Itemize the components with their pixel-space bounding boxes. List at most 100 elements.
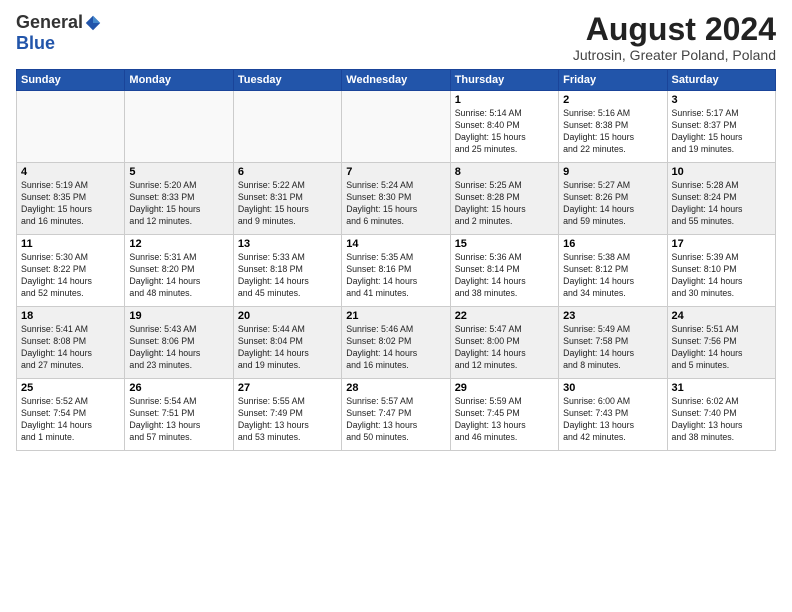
day-number: 6 bbox=[238, 166, 337, 178]
table-row: 19Sunrise: 5:43 AM Sunset: 8:06 PM Dayli… bbox=[125, 307, 233, 379]
day-info: Sunrise: 5:27 AM Sunset: 8:26 PM Dayligh… bbox=[563, 180, 662, 228]
table-row: 7 Sunrise: 5:24 AM Sunset: 8:30 PM Daylig… bbox=[342, 163, 450, 235]
day-info: Sunrise: 5:38 AM Sunset: 8:12 PM Dayligh… bbox=[563, 252, 662, 300]
day-info: Sunrise: 5:35 AM Sunset: 8:16 PM Dayligh… bbox=[346, 252, 445, 300]
table-row: 18 Sunrise: 5:41 AM Sunset: 8:08 PM Dayli… bbox=[17, 307, 125, 379]
day-number: 23 bbox=[563, 310, 662, 322]
day-number: 30 bbox=[563, 382, 662, 394]
day-info: Sunrise: 5:57 AM Sunset: 7:47 PM Dayligh… bbox=[346, 396, 445, 444]
day-info: Sunrise: 5:31 AM Sunset: 8:20 PM Dayligh… bbox=[129, 252, 228, 300]
day-info: Sunrise: 5:25 AM Sunset: 8:28 PM Dayligh… bbox=[455, 180, 554, 228]
day-number: 28 bbox=[346, 382, 445, 394]
day-info: Sunrise: 5:22 AM Sunset: 8:31 PM Dayligh… bbox=[238, 180, 337, 228]
table-row: 9 Sunrise: 5:27 AM Sunset: 8:26 PM Daylig… bbox=[559, 163, 667, 235]
table-row bbox=[125, 91, 233, 163]
day-number: 9 bbox=[563, 166, 662, 178]
day-info: Sunrise: 5:30 AM Sunset: 8:22 PM Dayligh… bbox=[21, 252, 120, 300]
day-number: 31 bbox=[672, 382, 771, 394]
calendar-week-row: 1 Sunrise: 5:14 AM Sunset: 8:40 PM Daylig… bbox=[17, 91, 776, 163]
day-number: 5 bbox=[129, 166, 228, 178]
day-info: Sunrise: 5:24 AM Sunset: 8:30 PM Dayligh… bbox=[346, 180, 445, 228]
logo-blue: Blue bbox=[16, 33, 55, 54]
col-sunday: Sunday bbox=[17, 70, 125, 91]
day-info: Sunrise: 5:19 AM Sunset: 8:35 PM Dayligh… bbox=[21, 180, 120, 228]
table-row: 16 Sunrise: 5:38 AM Sunset: 8:12 PM Dayli… bbox=[559, 235, 667, 307]
table-row: 17Sunrise: 5:39 AM Sunset: 8:10 PM Dayli… bbox=[667, 235, 775, 307]
calendar-week-row: 11 Sunrise: 5:30 AM Sunset: 8:22 PM Dayli… bbox=[17, 235, 776, 307]
day-info: Sunrise: 5:20 AM Sunset: 8:33 PM Dayligh… bbox=[129, 180, 228, 228]
day-number: 17 bbox=[672, 238, 771, 250]
calendar-week-row: 18 Sunrise: 5:41 AM Sunset: 8:08 PM Dayli… bbox=[17, 307, 776, 379]
table-row bbox=[342, 91, 450, 163]
day-info: Sunrise: 5:46 AM Sunset: 8:02 PM Dayligh… bbox=[346, 324, 445, 372]
day-info: Sunrise: 5:28 AM Sunset: 8:24 PM Dayligh… bbox=[672, 180, 771, 228]
day-info: Sunrise: 5:33 AM Sunset: 8:18 PM Dayligh… bbox=[238, 252, 337, 300]
day-number: 18 bbox=[21, 310, 120, 322]
day-number: 25 bbox=[21, 382, 120, 394]
logo-text: General bbox=[16, 12, 102, 33]
logo-general: General bbox=[16, 12, 83, 33]
table-row: 26Sunrise: 5:54 AM Sunset: 7:51 PM Dayli… bbox=[125, 379, 233, 451]
logo: General Blue bbox=[16, 12, 102, 54]
day-info: Sunrise: 6:00 AM Sunset: 7:43 PM Dayligh… bbox=[563, 396, 662, 444]
day-number: 12 bbox=[129, 238, 228, 250]
day-number: 16 bbox=[563, 238, 662, 250]
day-info: Sunrise: 5:54 AM Sunset: 7:51 PM Dayligh… bbox=[129, 396, 228, 444]
day-number: 1 bbox=[455, 94, 554, 106]
table-row: 25Sunrise: 5:52 AM Sunset: 7:54 PM Dayli… bbox=[17, 379, 125, 451]
calendar-week-row: 25Sunrise: 5:52 AM Sunset: 7:54 PM Dayli… bbox=[17, 379, 776, 451]
calendar-table: Sunday Monday Tuesday Wednesday Thursday… bbox=[16, 69, 776, 451]
table-row: 29 Sunrise: 5:59 AM Sunset: 7:45 PM Dayli… bbox=[450, 379, 558, 451]
day-info: Sunrise: 5:17 AM Sunset: 8:37 PM Dayligh… bbox=[672, 108, 771, 156]
day-info: Sunrise: 5:55 AM Sunset: 7:49 PM Dayligh… bbox=[238, 396, 337, 444]
day-number: 29 bbox=[455, 382, 554, 394]
day-number: 10 bbox=[672, 166, 771, 178]
table-row: 21 Sunrise: 5:46 AM Sunset: 8:02 PM Dayli… bbox=[342, 307, 450, 379]
day-number: 19 bbox=[129, 310, 228, 322]
table-row: 4 Sunrise: 5:19 AM Sunset: 8:35 PM Daylig… bbox=[17, 163, 125, 235]
col-friday: Friday bbox=[559, 70, 667, 91]
day-number: 3 bbox=[672, 94, 771, 106]
calendar-title: August 2024 bbox=[573, 12, 776, 47]
day-number: 22 bbox=[455, 310, 554, 322]
table-row: 31 Sunrise: 6:02 AM Sunset: 7:40 PM Dayli… bbox=[667, 379, 775, 451]
day-info: Sunrise: 5:47 AM Sunset: 8:00 PM Dayligh… bbox=[455, 324, 554, 372]
table-row: 24 Sunrise: 5:51 AM Sunset: 7:56 PM Dayli… bbox=[667, 307, 775, 379]
logo-icon bbox=[84, 14, 102, 32]
day-info: Sunrise: 5:14 AM Sunset: 8:40 PM Dayligh… bbox=[455, 108, 554, 156]
table-row: 8 Sunrise: 5:25 AM Sunset: 8:28 PM Daylig… bbox=[450, 163, 558, 235]
table-row: 28 Sunrise: 5:57 AM Sunset: 7:47 PM Dayli… bbox=[342, 379, 450, 451]
day-number: 13 bbox=[238, 238, 337, 250]
day-number: 15 bbox=[455, 238, 554, 250]
day-number: 2 bbox=[563, 94, 662, 106]
day-info: Sunrise: 5:41 AM Sunset: 8:08 PM Dayligh… bbox=[21, 324, 120, 372]
table-row: 15Sunrise: 5:36 AM Sunset: 8:14 PM Dayli… bbox=[450, 235, 558, 307]
table-row: 11 Sunrise: 5:30 AM Sunset: 8:22 PM Dayli… bbox=[17, 235, 125, 307]
col-saturday: Saturday bbox=[667, 70, 775, 91]
col-monday: Monday bbox=[125, 70, 233, 91]
table-row: 20Sunrise: 5:44 AM Sunset: 8:04 PM Dayli… bbox=[233, 307, 341, 379]
calendar-header-row: Sunday Monday Tuesday Wednesday Thursday… bbox=[17, 70, 776, 91]
col-tuesday: Tuesday bbox=[233, 70, 341, 91]
col-wednesday: Wednesday bbox=[342, 70, 450, 91]
day-number: 27 bbox=[238, 382, 337, 394]
calendar-subtitle: Jutrosin, Greater Poland, Poland bbox=[573, 47, 776, 63]
day-info: Sunrise: 5:51 AM Sunset: 7:56 PM Dayligh… bbox=[672, 324, 771, 372]
day-info: Sunrise: 5:59 AM Sunset: 7:45 PM Dayligh… bbox=[455, 396, 554, 444]
table-row bbox=[17, 91, 125, 163]
table-row: 14Sunrise: 5:35 AM Sunset: 8:16 PM Dayli… bbox=[342, 235, 450, 307]
day-number: 24 bbox=[672, 310, 771, 322]
day-number: 8 bbox=[455, 166, 554, 178]
day-number: 4 bbox=[21, 166, 120, 178]
table-row: 30 Sunrise: 6:00 AM Sunset: 7:43 PM Dayli… bbox=[559, 379, 667, 451]
table-row: 2Sunrise: 5:16 AM Sunset: 8:38 PM Daylig… bbox=[559, 91, 667, 163]
table-row: 22 Sunrise: 5:47 AM Sunset: 8:00 PM Dayli… bbox=[450, 307, 558, 379]
table-row: 13 Sunrise: 5:33 AM Sunset: 8:18 PM Dayli… bbox=[233, 235, 341, 307]
day-number: 7 bbox=[346, 166, 445, 178]
day-info: Sunrise: 6:02 AM Sunset: 7:40 PM Dayligh… bbox=[672, 396, 771, 444]
table-row: 3 Sunrise: 5:17 AM Sunset: 8:37 PM Daylig… bbox=[667, 91, 775, 163]
day-number: 21 bbox=[346, 310, 445, 322]
page: General Blue August 2024 Jutrosin, Great… bbox=[0, 0, 792, 612]
table-row: 5 Sunrise: 5:20 AM Sunset: 8:33 PM Daylig… bbox=[125, 163, 233, 235]
day-number: 11 bbox=[21, 238, 120, 250]
